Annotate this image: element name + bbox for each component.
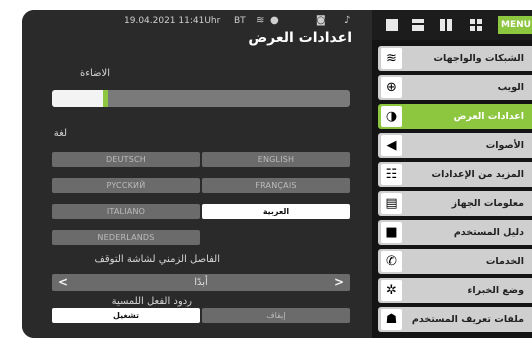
book-icon: ■: [381, 222, 402, 243]
brightness-thumb[interactable]: [103, 90, 108, 107]
sliders-icon: ☷: [381, 164, 402, 185]
speaker-icon: ◀: [381, 135, 402, 156]
nav-item-label: الأصوات: [485, 140, 524, 151]
bluetooth-indicator: BT: [234, 16, 246, 26]
status-bar: 19.04.2021 11:41Uhr BT ≋ ● ◙ ♪: [22, 15, 370, 30]
nav-item-user-profiles[interactable]: ☗ ملفات تعريف المستخدم: [378, 307, 532, 332]
nav-item-user-guide[interactable]: ■ دليل المستخدم: [378, 220, 532, 245]
device-screen: 19.04.2021 11:41Uhr BT ≋ ● ◙ ♪ اعدادات ا…: [22, 10, 532, 338]
split-horizontal-icon[interactable]: [412, 19, 424, 31]
page-title: اعدادات العرض: [248, 30, 352, 46]
single-view-icon[interactable]: [386, 19, 398, 31]
camera-icon[interactable]: ◙: [316, 15, 326, 26]
nav-item-services[interactable]: ✆ الخدمات: [378, 249, 532, 274]
nav-item-label: ملفات تعريف المستخدم: [411, 314, 524, 325]
brightness-slider[interactable]: [52, 90, 350, 107]
contrast-icon: ◑: [381, 106, 402, 127]
nav-item-label: وضع الخبراء: [467, 285, 524, 296]
nav-item-label: الشبكات والواجهات: [433, 53, 525, 64]
display-settings-panel: 19.04.2021 11:41Uhr BT ≋ ● ◙ ♪ اعدادات ا…: [22, 10, 372, 338]
nav-item-display-settings[interactable]: ◑ اعدادات العرض: [378, 104, 532, 129]
chevron-right-icon[interactable]: >: [334, 274, 344, 291]
nav-item-label: دليل المستخدم: [453, 227, 524, 238]
wifi-icon: ≋: [381, 48, 402, 69]
haptic-on-button[interactable]: تشغيل: [52, 308, 200, 323]
nav-item-label: اعدادات العرض: [453, 111, 524, 122]
lang-russian-button[interactable]: PYCCKИЙ: [52, 178, 200, 193]
language-label: لغة: [53, 128, 67, 139]
status-datetime: 19.04.2021 11:41Uhr: [124, 16, 221, 26]
user-profile-icon: ☗: [381, 309, 402, 330]
device-info-icon: ▤: [381, 193, 402, 214]
grid-view-icon[interactable]: [470, 19, 482, 31]
lang-english-button[interactable]: ENGLISH: [202, 152, 350, 167]
nav-item-label: الخدمات: [485, 256, 524, 267]
screensaver-timeout-selector: < أبدًا >: [52, 274, 350, 291]
nav-item-label: الويب: [497, 82, 524, 93]
microphone-icon[interactable]: ♪: [344, 15, 350, 26]
nav-item-device-info[interactable]: ▤ معلومات الجهاز: [378, 191, 532, 216]
nav-item-networks[interactable]: ≋ الشبكات والواجهات: [378, 46, 532, 71]
globe-icon: ⊕: [381, 77, 402, 98]
lang-french-button[interactable]: FRANÇAIS: [202, 178, 350, 193]
lang-arabic-button[interactable]: العربية: [202, 204, 350, 219]
haptic-off-button[interactable]: إيقاف: [202, 308, 350, 323]
split-vertical-icon[interactable]: [440, 19, 452, 31]
user-icon: ●: [270, 15, 279, 26]
brightness-fill: [52, 90, 103, 107]
wifi-icon: ≋: [256, 15, 265, 26]
lang-deutsch-button[interactable]: DEUTSCH: [52, 152, 200, 167]
whatsapp-icon: ✆: [381, 251, 402, 272]
menu-button[interactable]: MENU: [498, 16, 532, 34]
nav-item-more-settings[interactable]: ☷ المزيد من الإعدادات: [378, 162, 532, 187]
brightness-label: الاضاءة: [80, 68, 110, 79]
screensaver-timeout-label: الفاصل الزمني لشاشة التوقف: [94, 254, 220, 265]
nav-item-expert-mode[interactable]: ✲ وضع الخبراء: [378, 278, 532, 303]
lang-dutch-button[interactable]: NEDERLANDS: [52, 230, 200, 245]
nav-item-web[interactable]: ⊕ الويب: [378, 75, 532, 100]
nav-item-label: المزيد من الإعدادات: [431, 169, 524, 180]
screensaver-timeout-value: أبدًا: [194, 277, 208, 288]
gear-icon: ✲: [381, 280, 402, 301]
nav-item-sounds[interactable]: ◀ الأصوات: [378, 133, 532, 158]
haptic-feedback-label: ردود الفعل اللمسية: [111, 296, 192, 307]
lang-italian-button[interactable]: ITALIANO: [52, 204, 200, 219]
nav-item-label: معلومات الجهاز: [451, 198, 524, 209]
